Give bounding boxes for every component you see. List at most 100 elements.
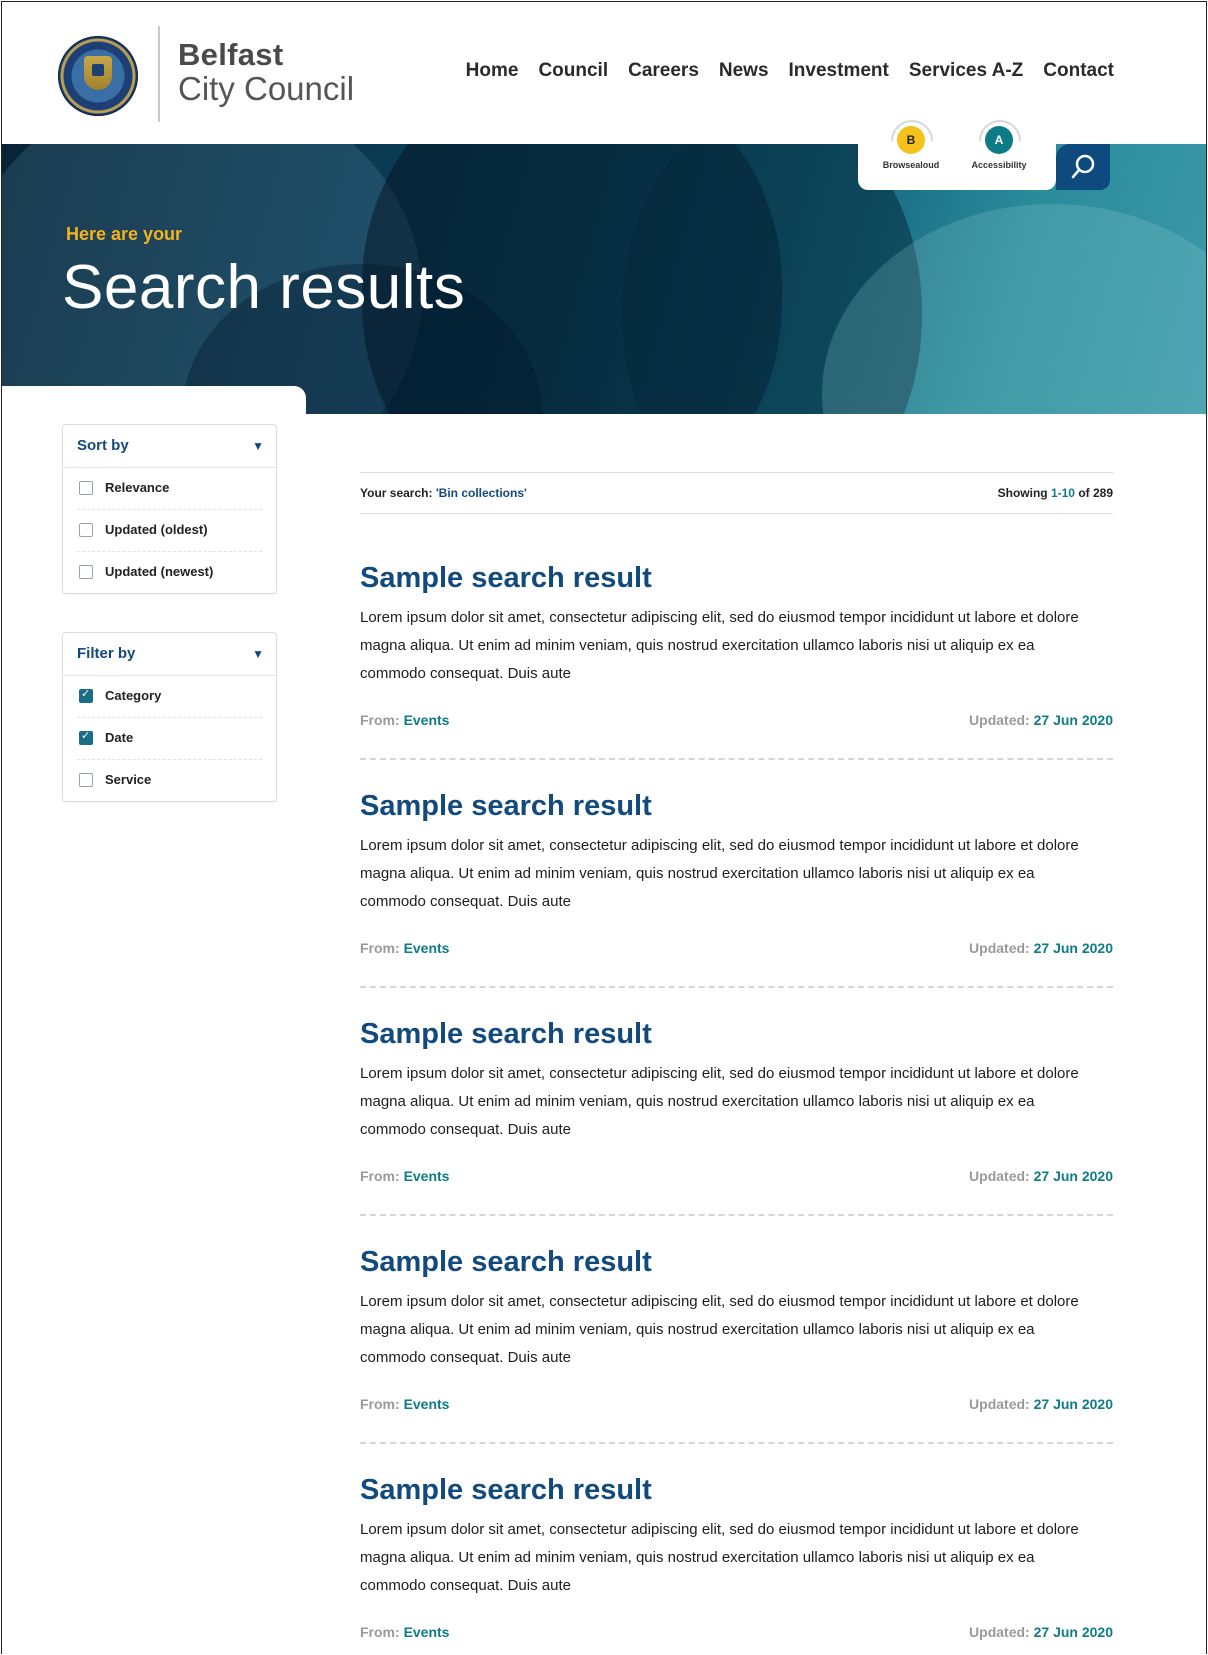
from-label: From: — [360, 1624, 404, 1640]
accessibility-icon: A — [985, 126, 1013, 154]
filter-option-label: Service — [105, 772, 152, 787]
checkbox-checked[interactable] — [79, 687, 93, 703]
page-frame: Belfast City Council Home Council Career… — [1, 1, 1207, 1654]
sort-option-label: Updated (oldest) — [105, 522, 208, 537]
result-description: Lorem ipsum dolor sit amet, consectetur … — [360, 837, 1079, 910]
results-count: Showing 1-10 of 289 — [998, 486, 1113, 500]
result-title[interactable]: Sample search result — [360, 1246, 652, 1279]
sort-option-updated-newest[interactable]: Updated (newest) — [77, 552, 262, 593]
search-result: Sample search result Lorem ipsum dolor s… — [360, 742, 1113, 988]
result-description: Lorem ipsum dolor sit amet, consectetur … — [360, 609, 1079, 682]
nav-careers[interactable]: Careers — [628, 60, 699, 82]
hero-kicker: Here are your — [66, 224, 183, 244]
result-title[interactable]: Sample search result — [360, 790, 652, 823]
site-header: Belfast City Council Home Council Career… — [2, 2, 1206, 144]
result-source: From: Events — [360, 712, 449, 728]
filter-option-service[interactable]: Service — [77, 760, 262, 801]
result-source-link[interactable]: Events — [404, 940, 450, 956]
browsealoud-button[interactable]: B Browsealoud — [866, 126, 956, 170]
result-updated-date: 27 Jun 2020 — [1033, 1168, 1113, 1184]
result-updated-date: 27 Jun 2020 — [1033, 1624, 1113, 1640]
nav-services-a-z[interactable]: Services A-Z — [909, 60, 1023, 82]
result-updated-date: 27 Jun 2020 — [1033, 940, 1113, 956]
sort-option-label: Relevance — [105, 480, 170, 495]
updated-label: Updated: — [969, 1396, 1034, 1412]
updated-label: Updated: — [969, 712, 1034, 728]
updated-label: Updated: — [969, 1168, 1034, 1184]
updated-label: Updated: — [969, 1624, 1034, 1640]
result-updated-date: 27 Jun 2020 — [1033, 1396, 1113, 1412]
result-title[interactable]: Sample search result — [360, 562, 652, 595]
search-icon — [1071, 154, 1095, 179]
result-description: Lorem ipsum dolor sit amet, consectetur … — [360, 1293, 1079, 1366]
result-description: Lorem ipsum dolor sit amet, consectetur … — [360, 1065, 1079, 1138]
result-updated: Updated: 27 Jun 2020 — [969, 712, 1113, 728]
council-crest-logo[interactable] — [58, 36, 138, 116]
result-updated: Updated: 27 Jun 2020 — [969, 940, 1113, 956]
filter-option-label: Category — [105, 688, 162, 703]
sort-option-label: Updated (newest) — [105, 564, 214, 579]
checkbox[interactable] — [79, 565, 93, 579]
logo-line-2: City Council — [178, 70, 355, 107]
result-updated-date: 27 Jun 2020 — [1033, 712, 1113, 728]
updated-label: Updated: — [969, 940, 1034, 956]
search-summary: Your search: 'Bin collections' Showing 1… — [360, 472, 1113, 514]
result-updated: Updated: 27 Jun 2020 — [969, 1624, 1113, 1640]
from-label: From: — [360, 1168, 404, 1184]
logo-divider — [158, 26, 160, 122]
nav-council[interactable]: Council — [538, 60, 608, 82]
result-source: From: Events — [360, 1168, 449, 1184]
sort-option-relevance[interactable]: Relevance — [77, 468, 262, 510]
nav-home[interactable]: Home — [466, 60, 519, 82]
result-updated: Updated: 27 Jun 2020 — [969, 1396, 1113, 1412]
page-title: Search results — [62, 253, 466, 322]
search-query[interactable]: 'Bin collections' — [436, 486, 527, 500]
filter-panel-header[interactable]: Filter by ▼ — [63, 633, 276, 676]
showing-label: Showing — [997, 486, 1051, 500]
filter-option-category[interactable]: Category — [77, 676, 262, 718]
sort-panel: Sort by ▼ Relevance Updated (oldest) Upd… — [62, 424, 277, 594]
search-result: Sample search result Lorem ipsum dolor s… — [360, 514, 1113, 760]
results-range: 1-10 — [1050, 486, 1075, 500]
crest-shield-icon — [84, 56, 112, 90]
caret-down-icon: ▼ — [252, 647, 264, 661]
checkbox[interactable] — [79, 481, 93, 495]
from-label: From: — [360, 712, 404, 728]
result-source-link[interactable]: Events — [404, 1624, 450, 1640]
checkbox[interactable] — [79, 523, 93, 537]
your-search: Your search: 'Bin collections' — [360, 486, 527, 500]
filter-option-label: Date — [105, 730, 134, 745]
search-result: Sample search result Lorem ipsum dolor s… — [360, 970, 1113, 1216]
site-logo-text[interactable]: Belfast City Council — [178, 38, 354, 106]
nav-news[interactable]: News — [719, 60, 769, 82]
browsealoud-icon: B — [897, 126, 925, 154]
result-source-link[interactable]: Events — [404, 712, 450, 728]
search-result: Sample search result Lorem ipsum dolor s… — [360, 1198, 1113, 1444]
result-source: From: Events — [360, 940, 449, 956]
nav-investment[interactable]: Investment — [789, 60, 889, 82]
from-label: From: — [360, 1396, 404, 1412]
results-list: Your search: 'Bin collections' Showing 1… — [360, 472, 1113, 1654]
result-title[interactable]: Sample search result — [360, 1474, 652, 1507]
sort-option-updated-oldest[interactable]: Updated (oldest) — [77, 510, 262, 552]
result-source-link[interactable]: Events — [404, 1396, 450, 1412]
your-search-label: Your search: — [360, 486, 436, 500]
result-updated: Updated: 27 Jun 2020 — [969, 1168, 1113, 1184]
filter-panel-title: Filter by — [77, 645, 136, 662]
result-source: From: Events — [360, 1624, 449, 1640]
result-source-link[interactable]: Events — [404, 1168, 450, 1184]
filter-option-date[interactable]: Date — [77, 718, 262, 760]
main-nav: Home Council Careers News Investment Ser… — [466, 60, 1114, 82]
logo-line-1: Belfast — [178, 37, 284, 72]
accessibility-tools: B Browsealoud A Accessibility — [858, 126, 1056, 190]
search-button[interactable] — [1056, 144, 1110, 190]
sort-panel-header[interactable]: Sort by ▼ — [63, 425, 276, 468]
result-description: Lorem ipsum dolor sit amet, consectetur … — [360, 1521, 1079, 1594]
from-label: From: — [360, 940, 404, 956]
checkbox-checked[interactable] — [79, 729, 93, 745]
result-title[interactable]: Sample search result — [360, 1018, 652, 1051]
search-result: Sample search result Lorem ipsum dolor s… — [360, 1426, 1113, 1654]
checkbox[interactable] — [79, 773, 93, 787]
nav-contact[interactable]: Contact — [1043, 60, 1114, 82]
accessibility-button[interactable]: A Accessibility — [954, 126, 1044, 170]
